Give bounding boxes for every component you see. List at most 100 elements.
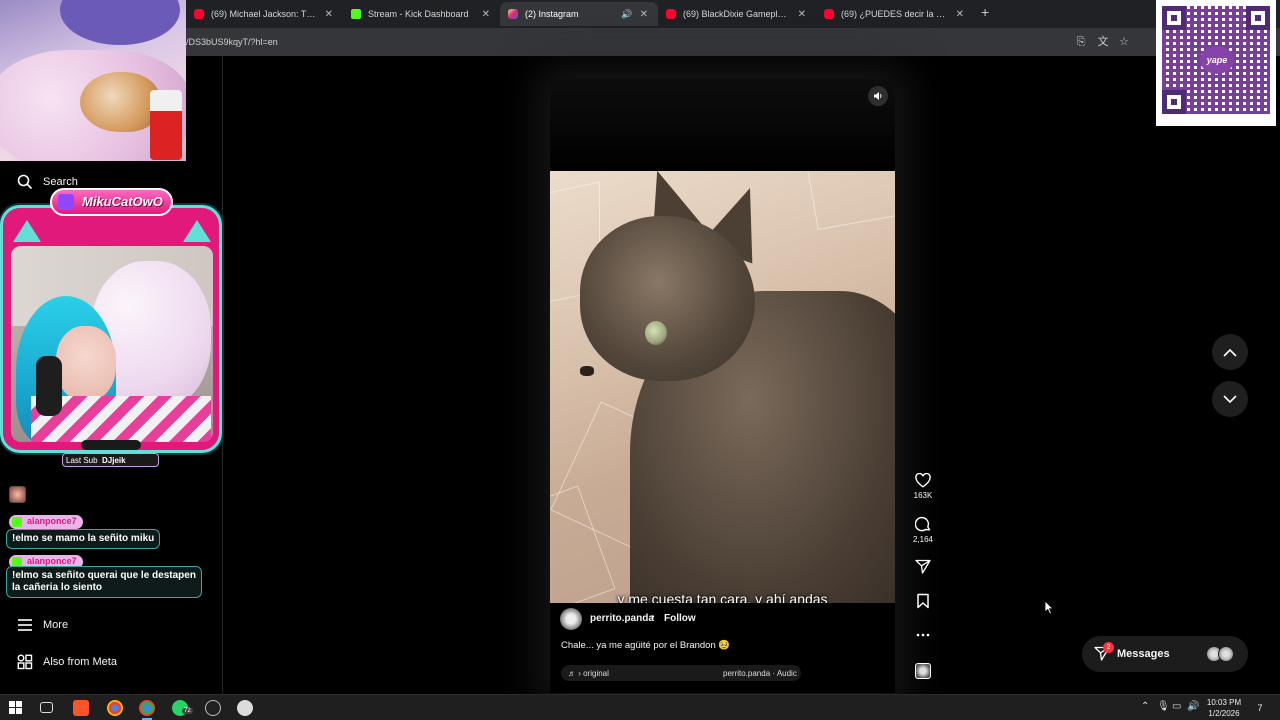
- audio-avatar-action[interactable]: [911, 663, 935, 679]
- audio-source-label: perrito.panda · Audic: [723, 669, 797, 678]
- tab-youtube-puedes[interactable]: (69) ¿PUEDES decir la palabra A ✕: [816, 2, 974, 26]
- volume-icon[interactable]: 🔊: [1187, 701, 1199, 712]
- reel-player[interactable]: y me cuesta tan cara, y ahí andas perrit…: [550, 79, 895, 693]
- close-icon[interactable]: ✕: [640, 9, 648, 20]
- address-bar: /DS3bUS9kqyT/?hl=en ⎘ 文 ☆: [0, 28, 1280, 56]
- install-app-icon[interactable]: ⎘: [1075, 36, 1087, 48]
- comment-action[interactable]: 2,164: [911, 516, 935, 544]
- messages-button[interactable]: 2 Messages: [1082, 636, 1248, 672]
- like-count: 163K: [913, 491, 933, 500]
- chrome-icon[interactable]: [139, 700, 155, 720]
- cat-head: [550, 171, 895, 603]
- task-view-icon[interactable]: [40, 702, 53, 713]
- speaker-icon: [874, 92, 882, 100]
- translate-icon[interactable]: 文: [1097, 36, 1109, 48]
- chevron-down-icon: [1223, 394, 1237, 403]
- bookmark-icon: [917, 593, 929, 609]
- tab-kick-dashboard[interactable]: Stream - Kick Dashboard ✕: [343, 2, 500, 26]
- chevron-up-icon: [1223, 348, 1237, 357]
- cat-nose: [580, 366, 594, 376]
- menu-icon: [16, 616, 33, 633]
- windows-taskbar: 72 ⌃ 🎙 ▭ 🔊 10:03 PM 1/2/2026 7: [0, 694, 1280, 720]
- sidebar-item-label: Search: [43, 175, 78, 188]
- new-tab-button[interactable]: +: [981, 4, 989, 20]
- close-icon[interactable]: ✕: [798, 9, 806, 20]
- chat-username: alanponce7: [9, 515, 83, 529]
- sidebar-item-label: Also from Meta: [43, 655, 117, 668]
- speaker-icon[interactable]: 🔊: [621, 9, 632, 20]
- frame-bottom-bar: [81, 440, 141, 450]
- brave-browser-icon[interactable]: [73, 700, 89, 716]
- secondary-webcam: [0, 0, 186, 161]
- obs-icon[interactable]: [205, 700, 221, 716]
- separator-dot: •: [651, 612, 655, 623]
- url-field[interactable]: /DS3bUS9kqyT/?hl=en: [186, 37, 278, 47]
- video-subtitle: y me cuesta tan cara, y ahí andas: [617, 591, 828, 603]
- qr-finder: [1162, 6, 1186, 30]
- previous-reel-button[interactable]: [1212, 334, 1248, 370]
- tab-title: (2) Instagram: [525, 9, 579, 19]
- yape-logo: yape: [1200, 46, 1234, 74]
- tab-instagram[interactable]: (2) Instagram 🔊 ✕: [500, 2, 658, 26]
- sidebar-item-more[interactable]: More: [16, 616, 68, 633]
- reel-top-band: [550, 79, 895, 171]
- avatar[interactable]: [560, 608, 582, 630]
- kick-icon: [351, 9, 361, 19]
- save-action[interactable]: [911, 593, 935, 609]
- tab-title: (69) ¿PUEDES decir la palabra A: [841, 9, 949, 19]
- windows-start-icon[interactable]: [9, 701, 22, 714]
- streamer-webcam-frame: [0, 205, 222, 453]
- meta-apps-icon: [16, 653, 33, 670]
- more-options-action[interactable]: [911, 628, 935, 642]
- chevron-up-icon[interactable]: ⌃: [1141, 701, 1149, 712]
- mouse-cursor-icon: [1044, 600, 1054, 615]
- audio-pill[interactable]: ♬ › original perrito.panda · Audic: [561, 665, 801, 681]
- last-sub-value: DJjeik: [102, 456, 126, 465]
- reel-info: perrito.panda • Follow Chale... ya me ag…: [550, 603, 895, 693]
- streamer-webcam: [11, 246, 213, 442]
- tab-title: Stream - Kick Dashboard: [368, 9, 469, 19]
- channel-name-badge: MikuCatOwO: [50, 188, 173, 216]
- orange-cat: [80, 72, 160, 132]
- bookmark-star-icon[interactable]: ☆: [1118, 36, 1130, 48]
- close-icon[interactable]: ✕: [325, 9, 333, 20]
- tab-youtube-michael-jackson[interactable]: (69) Michael Jackson: The Man ✕: [186, 2, 343, 26]
- ellipsis-icon: [916, 633, 930, 637]
- sidebar-item-label: More: [43, 618, 69, 631]
- sidebar-item-also-from-meta[interactable]: Also from Meta: [16, 653, 117, 670]
- reel-username[interactable]: perrito.panda: [590, 613, 654, 624]
- audio-original-label: ♬ › original: [568, 669, 609, 678]
- comment-count: 2,164: [912, 535, 934, 544]
- chrome-profile-icon[interactable]: [107, 700, 123, 716]
- youtube-icon: [194, 9, 204, 19]
- chat-username-text: alanponce7: [27, 516, 77, 526]
- follow-button[interactable]: Follow: [664, 613, 696, 624]
- tab-title: (69) Michael Jackson: The Man: [211, 9, 318, 19]
- network-icon[interactable]: ▭: [1172, 701, 1181, 712]
- notification-center-icon[interactable]: 7: [1252, 700, 1268, 716]
- send-icon: [915, 559, 931, 574]
- microphone-icon[interactable]: 🎙: [1157, 701, 1170, 712]
- share-action[interactable]: [911, 559, 935, 574]
- frame-ear: [13, 220, 41, 242]
- app-icon[interactable]: [237, 700, 253, 716]
- frame-ear: [183, 220, 211, 242]
- plush-toy: [60, 0, 180, 45]
- tab-title: (69) BlackDixie Gameplay - You: [683, 9, 791, 19]
- chat-message: !elmo sa señito querai que le destapen l…: [6, 566, 202, 598]
- reel-video[interactable]: y me cuesta tan cara, y ahí andas: [550, 171, 895, 603]
- twitch-icon: [58, 194, 74, 210]
- close-icon[interactable]: ✕: [956, 9, 964, 20]
- tab-youtube-blackdixie[interactable]: (69) BlackDixie Gameplay - You ✕: [658, 2, 816, 26]
- messages-badge: 2: [1103, 642, 1114, 653]
- volume-button[interactable]: [868, 86, 888, 106]
- audio-thumbnail: [915, 663, 931, 679]
- system-clock[interactable]: 10:03 PM 1/2/2026: [1204, 697, 1244, 719]
- comment-icon: [915, 516, 931, 532]
- whatsapp-badge: 72: [182, 708, 193, 714]
- next-reel-button[interactable]: [1212, 381, 1248, 417]
- like-action[interactable]: 163K: [911, 473, 935, 500]
- avatar: [1218, 646, 1234, 662]
- close-icon[interactable]: ✕: [482, 9, 490, 20]
- heart-icon: [915, 473, 931, 488]
